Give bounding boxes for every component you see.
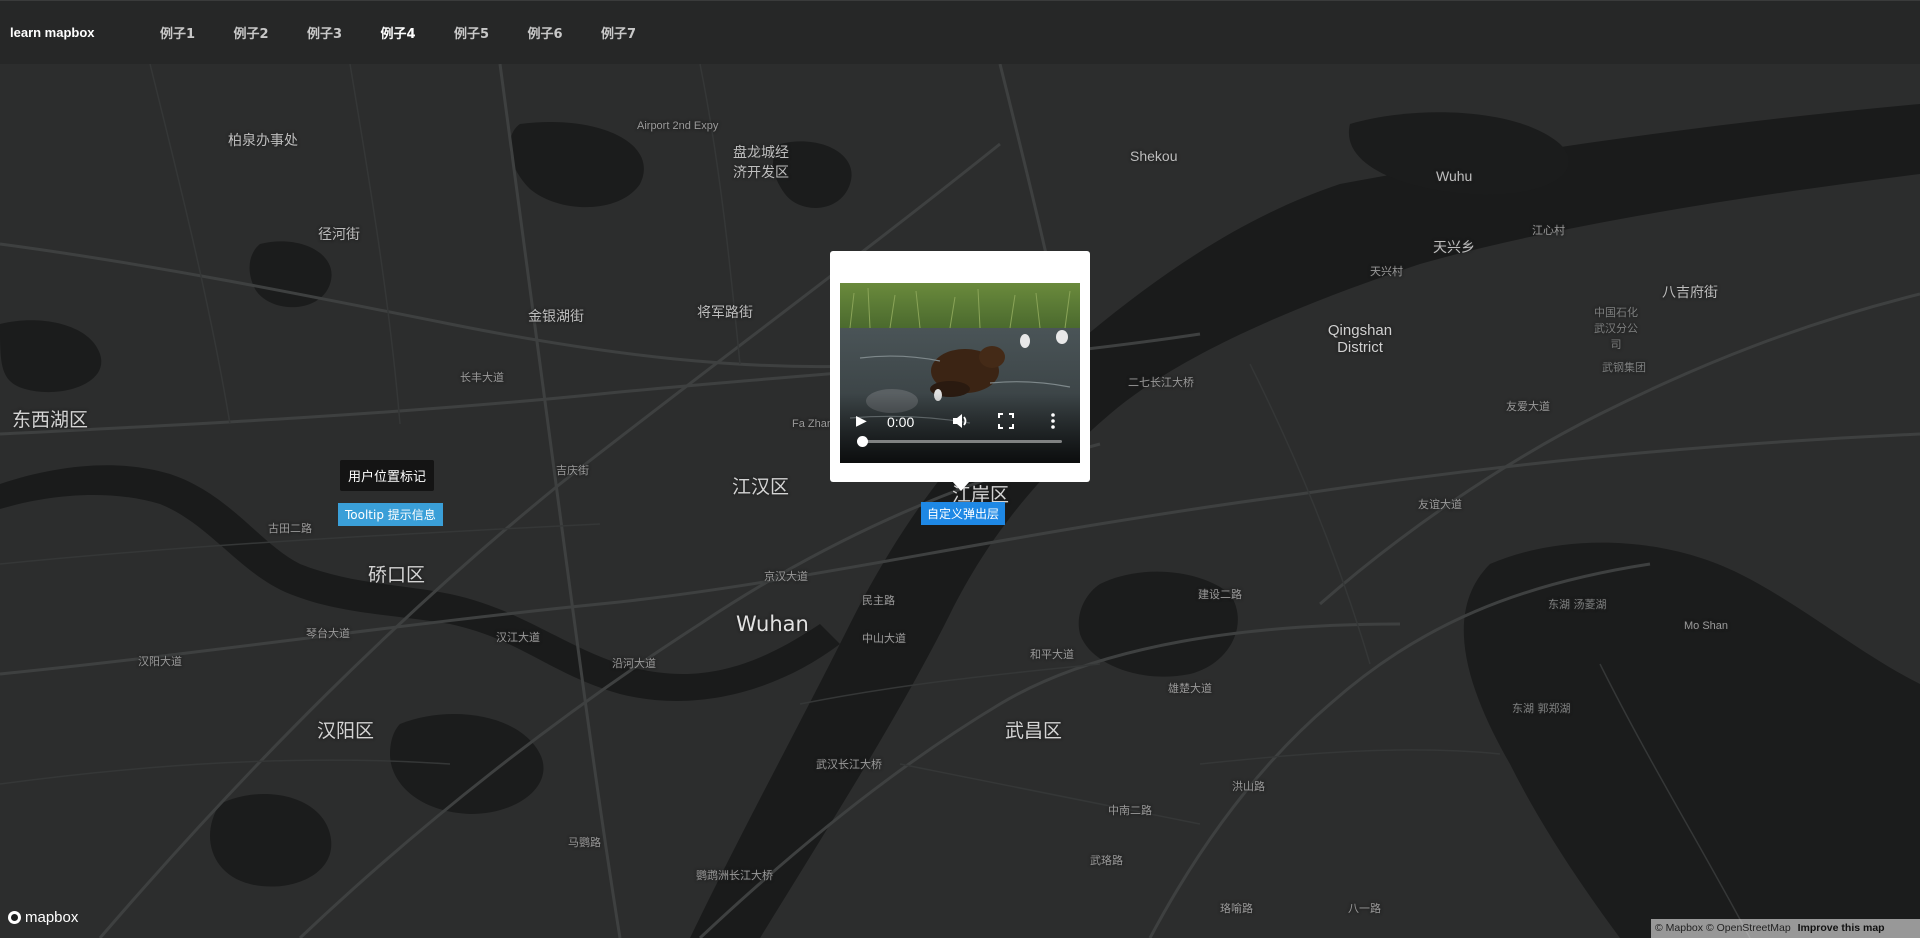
road-label-airport: Airport 2nd Expy <box>637 120 719 132</box>
road-label-youyi: 友谊大道 <box>1418 498 1462 511</box>
place-label-baiquan: 柏泉办事处 <box>228 133 298 149</box>
road-label-yanhe: 沿河大道 <box>612 657 656 670</box>
mapbox-logo-icon <box>8 911 21 924</box>
place-label-jinghe: 径河街 <box>318 227 360 243</box>
place-label-baji: 八吉府街 <box>1662 285 1718 301</box>
place-label-panlong: 盘龙城经 济开发区 <box>733 145 789 181</box>
map-attribution: © Mapbox © OpenStreetMap Improve this ma… <box>1651 919 1920 938</box>
attribution-osm-link[interactable]: © OpenStreetMap <box>1706 922 1791 934</box>
place-label-qingshan: Qingshan District <box>1327 322 1393 356</box>
road-label-hanjiang: 汉江大道 <box>496 631 540 644</box>
play-icon[interactable]: ▶ <box>856 414 867 428</box>
road-label-changfeng: 长丰大道 <box>460 371 504 384</box>
video-player[interactable]: ▶ 0:00 <box>840 283 1080 463</box>
road-label-bayi: 八一路 <box>1348 902 1381 915</box>
place-label-wuhu: Wuhu <box>1436 168 1473 184</box>
place-label-jianghan: 江汉区 <box>732 476 790 498</box>
nav-example-3[interactable]: 例子3 <box>307 23 381 42</box>
place-label-wuhan: Wuhan <box>736 612 809 636</box>
road-label-erqi-bridge: 二七长江大桥 <box>1128 376 1194 389</box>
tooltip-info-label[interactable]: Tooltip 提示信息 <box>338 503 443 526</box>
place-label-hanyang: 汉阳区 <box>317 720 375 742</box>
road-label-minzhu: 民主路 <box>862 594 895 607</box>
nav-example-7[interactable]: 例子7 <box>601 23 675 42</box>
road-label-xiongchu: 雄楚大道 <box>1168 682 1212 695</box>
road-label-qintai: 琴台大道 <box>306 627 350 640</box>
road-label-yingwuzhou-bridge: 鹦鹉洲长江大桥 <box>696 869 773 882</box>
video-progress-handle[interactable] <box>857 436 868 447</box>
road-label-gutian: 古田二路 <box>268 522 312 535</box>
more-options-icon[interactable] <box>1051 413 1055 432</box>
place-label-tianxing: 天兴乡 <box>1433 240 1475 256</box>
attribution-mapbox-link[interactable]: © Mapbox <box>1655 922 1703 934</box>
nav-example-6[interactable]: 例子6 <box>528 23 602 42</box>
attribution-improve-link[interactable]: Improve this map <box>1798 922 1885 934</box>
place-label-qiaokou: 硚口区 <box>368 564 426 586</box>
place-label-shekou: Shekou <box>1130 148 1178 164</box>
mapbox-logo[interactable]: mapbox <box>8 909 78 926</box>
place-label-wuchang: 武昌区 <box>1005 720 1063 742</box>
road-label-zhongnan: 中南二路 <box>1108 804 1152 817</box>
map-canvas[interactable]: Wuhan 江汉区 江岸区 硚口区 汉阳区 武昌区 东西湖区 Qingshan … <box>0 64 1920 938</box>
road-label-jianshe: 建设二路 <box>1198 588 1242 601</box>
top-navbar: learn mapbox 例子1 例子2 例子3 例子4 例子5 例子6 例子7 <box>0 0 1920 64</box>
place-label-mo-shan: Mo Shan <box>1684 620 1729 632</box>
popup-tip <box>952 481 970 491</box>
fullscreen-icon[interactable] <box>998 413 1014 432</box>
nav-example-1[interactable]: 例子1 <box>160 23 234 42</box>
place-label-tianxing-village: 天兴村 <box>1370 265 1403 278</box>
road-label-wuhan-bridge: 武汉长江大桥 <box>816 758 882 771</box>
nav-example-5[interactable]: 例子5 <box>454 23 528 42</box>
road-label-youai: 友爱大道 <box>1506 400 1550 413</box>
video-time: 0:00 <box>887 414 915 430</box>
place-label-sinopec: 中国石化武汉分公司 <box>1594 306 1638 351</box>
road-label-fazhan-alt: 吉庆街 <box>556 464 589 477</box>
place-label-wugang: 武钢集团 <box>1602 361 1646 374</box>
custom-popup-label[interactable]: 自定义弹出层 <box>921 502 1006 525</box>
road-label-zhongshan: 中山大道 <box>862 632 906 645</box>
custom-popup: ▶ 0:00 <box>830 251 1090 482</box>
place-label-dongxihu: 东西湖区 <box>12 409 89 431</box>
road-label-hongshan: 洪山路 <box>1232 780 1265 793</box>
nav-example-2[interactable]: 例子2 <box>234 23 308 42</box>
road-label-jinghan: 京汉大道 <box>764 570 808 583</box>
place-label-donghu-tangling: 东湖 汤菱湖 <box>1548 598 1607 611</box>
road-label-luoyu: 珞喻路 <box>1220 902 1253 915</box>
video-progress-bar[interactable] <box>862 440 1062 443</box>
volume-icon[interactable] <box>952 413 970 432</box>
brand-title[interactable]: learn mapbox <box>10 25 160 40</box>
road-label-hanyang-dadao: 汉阳大道 <box>138 655 182 668</box>
road-label-wuluo: 武珞路 <box>1090 854 1123 867</box>
mapbox-logo-text: mapbox <box>25 909 79 926</box>
road-label-heping: 和平大道 <box>1030 648 1074 661</box>
place-label-jiangxin: 江心村 <box>1532 224 1565 237</box>
place-label-jinyin: 金银湖街 <box>528 309 584 325</box>
user-location-marker-tooltip[interactable]: 用户位置标记 <box>340 460 435 491</box>
road-label-mayi: 马鹦路 <box>568 836 601 849</box>
place-label-donghu-guozheng: 东湖 郭郑湖 <box>1512 702 1571 715</box>
nav-example-4[interactable]: 例子4 <box>381 23 455 42</box>
place-label-jiangjun: 将军路街 <box>697 305 753 321</box>
